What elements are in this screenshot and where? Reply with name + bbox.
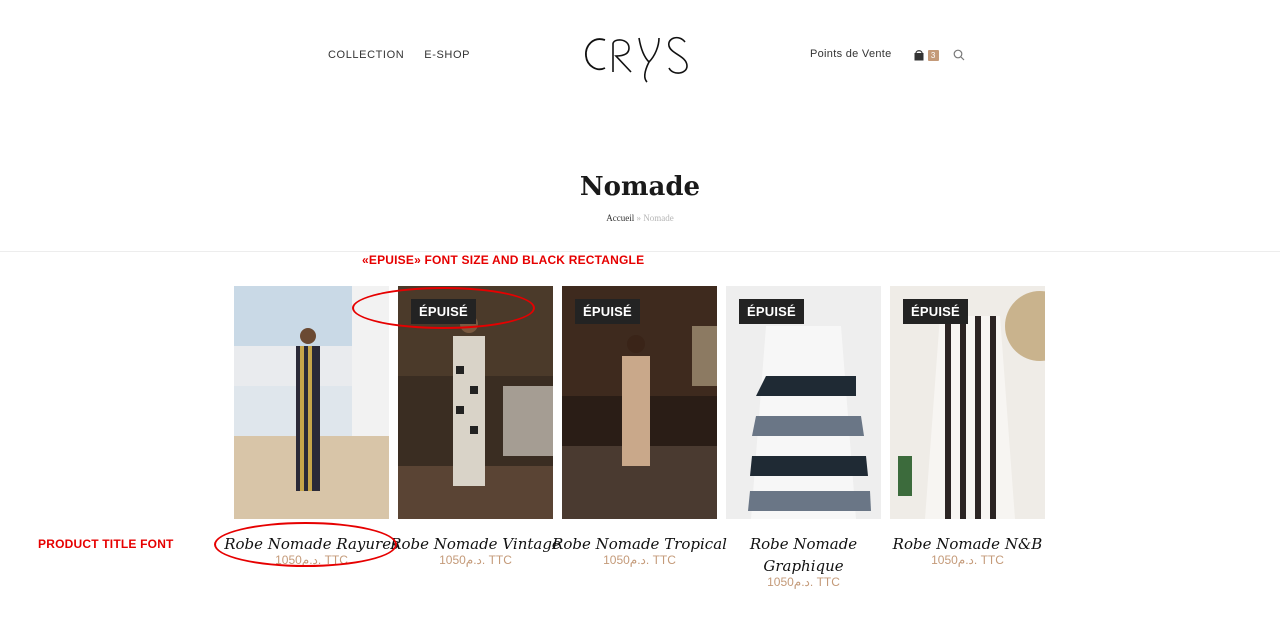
logo-icon [585,36,688,83]
product-card[interactable]: ÉPUISÉ Robe Nomade N&B 1050د.م. TTC [890,286,1045,589]
product-image[interactable]: ÉPUISÉ [562,286,717,519]
sold-out-badge: ÉPUISÉ [575,299,640,324]
page-title: Nomade [579,172,701,202]
product-title[interactable]: Robe Nomade N&B [893,533,1043,555]
main-nav-right: Points de Vente 3 [810,48,965,61]
product-image[interactable]: ÉPUISÉ [726,286,881,519]
annotation-ellipse-title [214,522,397,567]
product-image[interactable]: ÉPUISÉ [890,286,1045,519]
product-card[interactable]: ÉPUISÉ Robe Nomade Vintage 1050د.م. TTC [390,286,561,589]
breadcrumb-current: Nomade [643,213,674,223]
product-image[interactable] [234,286,389,519]
nav-collection[interactable]: COLLECTION [328,49,404,61]
breadcrumb: Accueil » Nomade [0,213,1280,223]
product-title[interactable]: Robe Nomade Graphique [744,533,864,577]
main-nav-left: COLLECTION E-SHOP [328,49,470,61]
product-card[interactable]: ÉPUISÉ Robe Nomade Graphique 1050د.م. TT… [726,286,881,589]
search-icon[interactable] [953,48,965,61]
logo[interactable] [583,28,697,84]
product-price: 1050د.م. TTC [767,575,840,589]
product-card[interactable]: ÉPUISÉ Robe Nomade Tropical 1050د.م. TTC [552,286,727,589]
nav-eshop[interactable]: E-SHOP [424,49,470,61]
sold-out-badge: ÉPUISÉ [739,299,804,324]
sold-out-badge: ÉPUISÉ [903,299,968,324]
breadcrumb-home[interactable]: Accueil [606,213,634,223]
product-title[interactable]: Robe Nomade Vintage [390,533,561,555]
breadcrumb-separator: » [636,213,641,223]
nav-points-de-vente[interactable]: Points de Vente [810,48,892,60]
annotation-ellipse-epuise [352,287,535,329]
section-divider [0,251,1280,252]
cart-icon[interactable]: 3 [913,48,939,61]
product-title[interactable]: Robe Nomade Tropical [552,533,727,555]
annotation-epuise: «EPUISE» FONT SIZE AND BLACK RECTANGLE [362,253,645,267]
product-price: 1050د.م. TTC [439,553,512,567]
cart-count-badge: 3 [927,50,939,61]
product-price: 1050د.م. TTC [603,553,676,567]
annotation-product-title: PRODUCT TITLE FONT [38,537,174,551]
product-price: 1050د.م. TTC [931,553,1004,567]
